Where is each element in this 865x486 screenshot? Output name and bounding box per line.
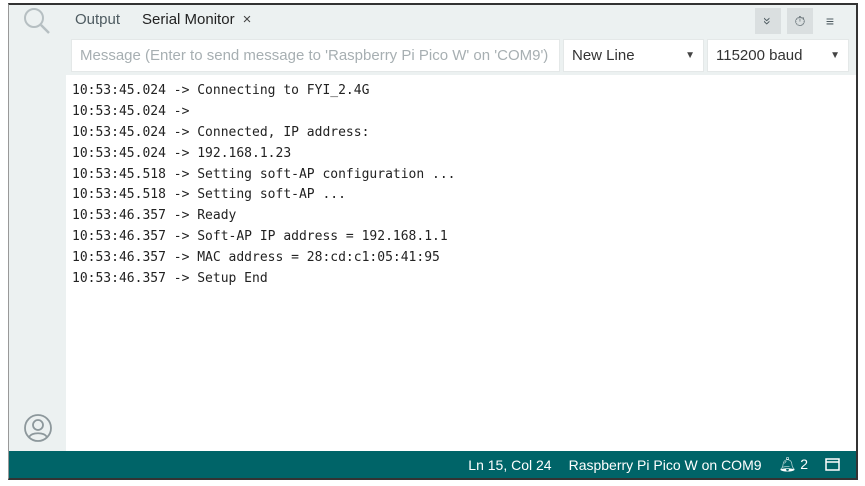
close-icon[interactable]: × bbox=[243, 11, 252, 28]
output-line: 10:53:45.518 -> Setting soft-AP configur… bbox=[72, 166, 456, 182]
serial-output: 10:53:45.024 -> Connecting to FYI_2.4G 1… bbox=[66, 75, 856, 453]
autoscroll-button[interactable]: » bbox=[755, 8, 781, 34]
baud-rate-select[interactable]: 115200 baud ▼ bbox=[707, 39, 849, 72]
tab-output[interactable]: Output bbox=[75, 11, 120, 31]
toggle-panel-icon[interactable] bbox=[825, 458, 840, 471]
line-ending-select[interactable]: New Line ▼ bbox=[563, 39, 704, 72]
cursor-position[interactable]: Ln 15, Col 24 bbox=[468, 457, 551, 473]
notifications-button[interactable]: 🔔︎ 2 bbox=[779, 456, 808, 473]
output-line: 10:53:46.357 -> Ready bbox=[72, 208, 237, 224]
output-line: 10:53:45.024 -> 192.168.1.23 bbox=[72, 145, 292, 161]
output-line: 10:53:45.024 -> bbox=[72, 103, 198, 119]
output-line: 10:53:45.024 -> Connecting to FYI_2.4G bbox=[72, 83, 370, 98]
output-line: 10:53:46.357 -> Soft-AP IP address = 192… bbox=[72, 229, 448, 245]
line-ending-value: New Line bbox=[572, 47, 635, 64]
status-bar: Ln 15, Col 24 Raspberry Pi Pico W on COM… bbox=[9, 451, 856, 478]
output-line: 10:53:46.357 -> Setup End bbox=[72, 271, 268, 287]
message-input[interactable]: Message (Enter to send message to 'Raspb… bbox=[71, 39, 560, 72]
tab-serial-monitor[interactable]: Serial Monitor × bbox=[142, 11, 251, 31]
bell-icon: 🔔︎ bbox=[778, 456, 797, 472]
serial-monitor-window: Output Serial Monitor × » ⏱ ≡ Message (En… bbox=[8, 3, 858, 480]
timestamp-button[interactable]: ⏱ bbox=[787, 8, 813, 34]
baud-rate-value: 115200 baud bbox=[716, 47, 803, 64]
sidebar bbox=[9, 5, 66, 453]
account-icon[interactable] bbox=[23, 413, 53, 443]
tab-serial-monitor-label: Serial Monitor bbox=[142, 11, 235, 28]
search-icon[interactable] bbox=[23, 7, 51, 35]
output-line: 10:53:45.024 -> Connected, IP address: bbox=[72, 124, 370, 140]
clear-output-button[interactable]: ≡ bbox=[817, 8, 843, 34]
chevrons-down-icon: » bbox=[759, 17, 776, 25]
dropdown-arrow-icon: ▼ bbox=[685, 50, 695, 61]
clock-icon: ⏱ bbox=[794, 12, 806, 29]
notification-count: 2 bbox=[800, 456, 808, 472]
dropdown-arrow-icon: ▼ bbox=[830, 50, 840, 61]
output-line: 10:53:45.518 -> Setting soft-AP ... bbox=[72, 187, 346, 203]
output-line: 10:53:46.357 -> MAC address = 28:cd:c1:0… bbox=[72, 250, 440, 266]
board-port[interactable]: Raspberry Pi Pico W on COM9 bbox=[569, 457, 762, 473]
panel-tabs: Output Serial Monitor × bbox=[75, 11, 251, 31]
clear-icon: ≡ bbox=[825, 13, 835, 29]
